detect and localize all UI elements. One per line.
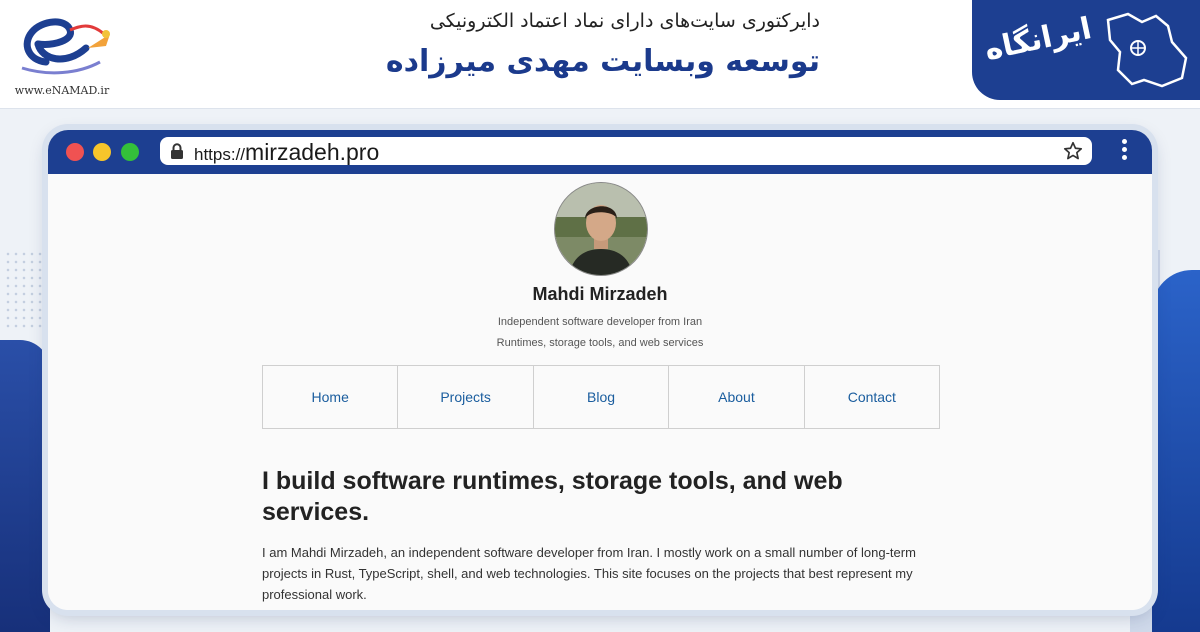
bookmark-star-icon[interactable]: [1062, 140, 1084, 162]
page-header: www.eNAMAD.ir دایرکتوری سایت‌های دارای ن…: [0, 0, 1200, 109]
minimize-window-dot[interactable]: [93, 143, 111, 161]
nav-home-link[interactable]: Home: [263, 366, 399, 428]
url-text: https://mirzadeh.pro: [194, 139, 379, 166]
maximize-window-dot[interactable]: [121, 143, 139, 161]
url-protocol: https://: [194, 145, 246, 164]
browser-toolbar: https://mirzadeh.pro: [48, 130, 1152, 174]
profile-name: Mahdi Mirzadeh: [532, 284, 668, 304]
browser-window: https://mirzadeh.pro Mahdi Mirzadeh Inde…: [48, 130, 1152, 610]
background-wave-right: [1152, 270, 1200, 632]
site-nav: Home Projects Blog About Contact: [262, 365, 940, 429]
profile-tagline: Independent software developer from Iran: [497, 316, 703, 328]
more-options-icon[interactable]: [1122, 139, 1128, 163]
url-host: mirzadeh.pro: [245, 139, 380, 165]
nav-blog-link[interactable]: Blog: [534, 366, 670, 428]
address-bar[interactable]: https://mirzadeh.pro: [160, 137, 1092, 165]
directory-subtitle: دایرکتوری سایت‌های دارای نماد اعتماد الک…: [429, 10, 820, 32]
irangah-logo[interactable]: ایرانگاه: [972, 0, 1200, 100]
site-title: توسعه وبسایت مهدی میرزاده: [385, 44, 820, 79]
intro-paragraph: I am Mahdi Mirzadeh, an independent soft…: [262, 545, 916, 602]
page-headline: I build software runtimes, storage tools…: [262, 467, 843, 526]
nav-contact-link[interactable]: Contact: [805, 366, 939, 428]
header-titles: دایرکتوری سایت‌های دارای نماد اعتماد الک…: [300, 8, 820, 79]
irangah-brand-text: ایرانگاه: [981, 11, 1095, 68]
iran-map-icon: [1106, 12, 1188, 88]
enamad-e-icon: [21, 18, 110, 75]
nav-projects-link[interactable]: Projects: [398, 366, 534, 428]
web-page: Mahdi Mirzadeh Independent software deve…: [48, 174, 1152, 610]
profile-focus: Runtimes, storage tools, and web service…: [496, 337, 704, 349]
lock-icon: [171, 143, 183, 159]
enamad-logo[interactable]: www.eNAMAD.ir: [8, 4, 116, 100]
nav-about-link[interactable]: About: [669, 366, 805, 428]
background-dots: [4, 250, 44, 330]
avatar: [554, 182, 648, 276]
enamad-url-text: www.eNAMAD.ir: [14, 84, 110, 97]
background-wave-left: [0, 340, 50, 632]
close-window-dot[interactable]: [66, 143, 84, 161]
